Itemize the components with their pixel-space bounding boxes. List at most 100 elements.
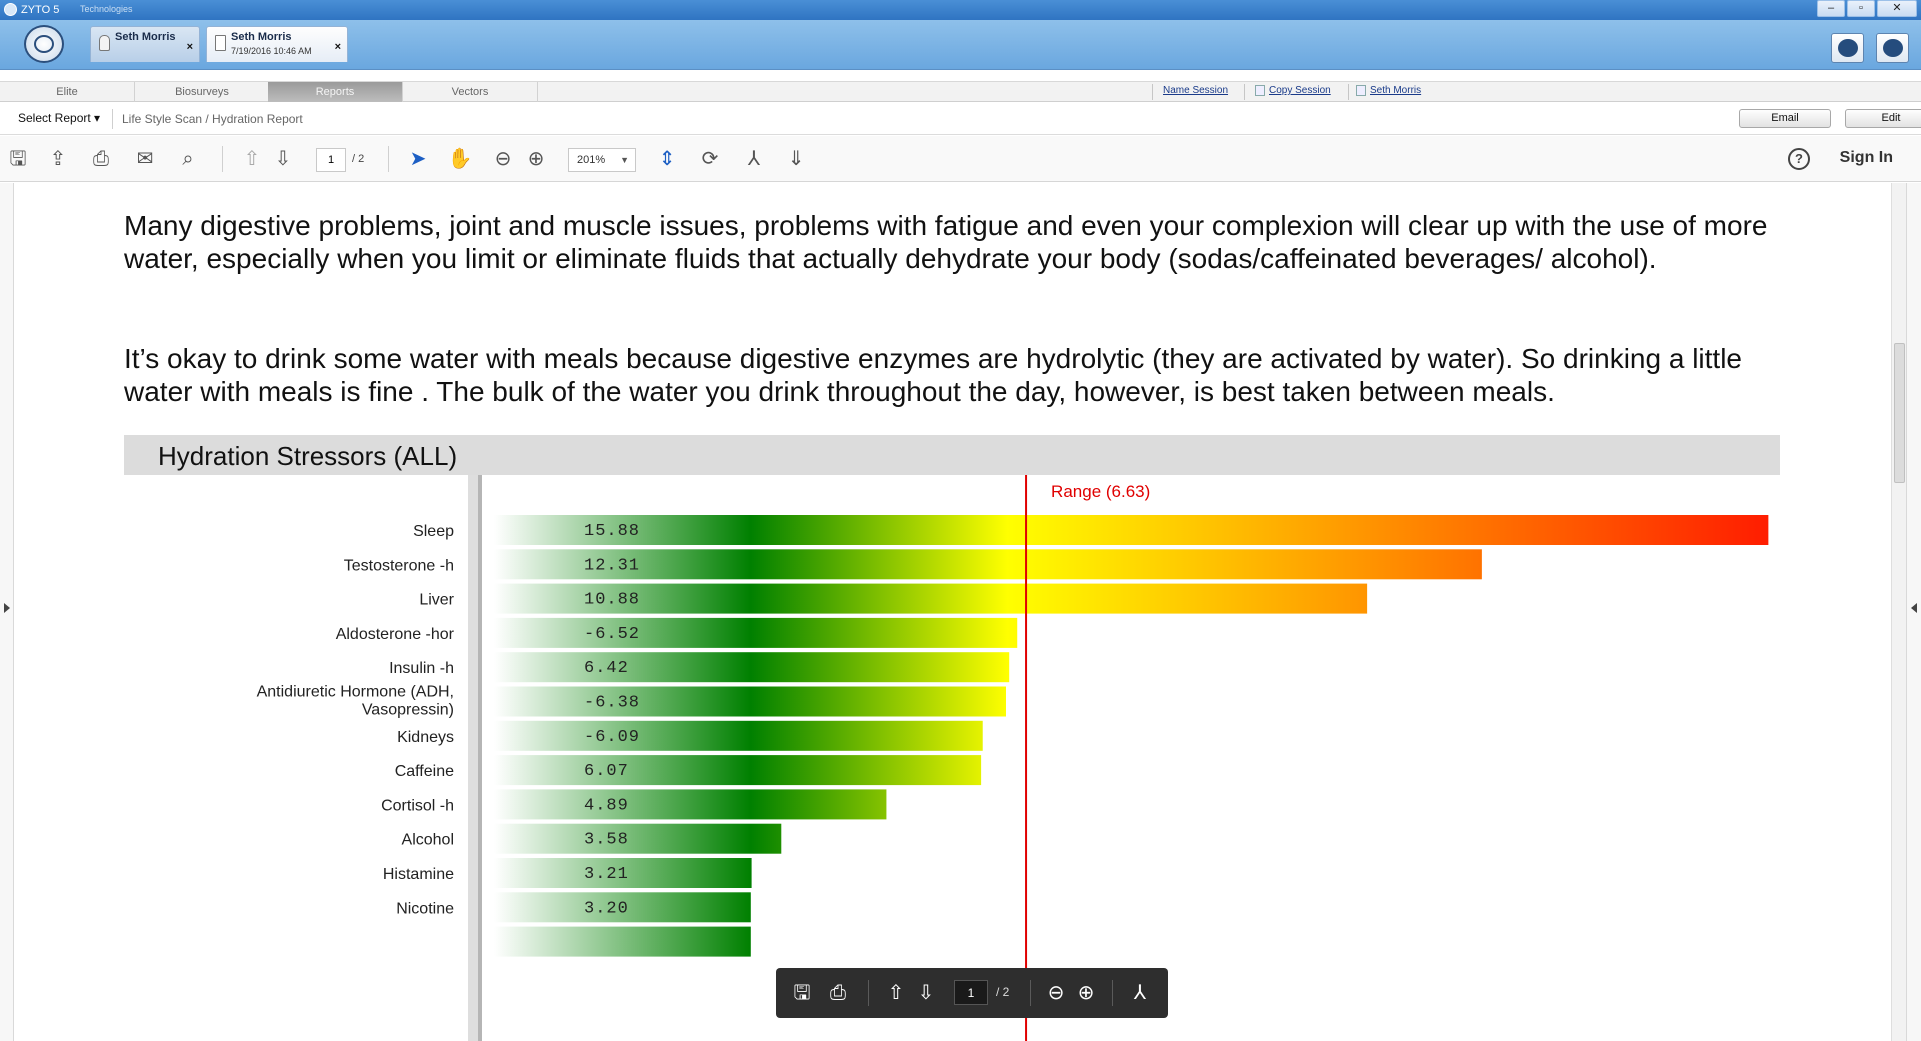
copy-session-label: Copy Session [1269,85,1331,96]
range-threshold-label: Range (6.63) [1051,482,1150,501]
upload-icon[interactable]: ⇪ [46,148,70,170]
acrobat-icon[interactable]: ⅄ [742,148,766,170]
fit-page-icon[interactable]: ⇕ [655,148,679,170]
zoom-select[interactable]: 201% ▼ [568,148,636,172]
next-page-icon[interactable]: ⇩ [914,981,938,1005]
expand-left-icon [4,603,10,613]
tab-reports[interactable]: Reports [268,82,403,102]
tab-biosurveys[interactable]: Biosurveys [135,82,270,102]
help-icon[interactable]: ? [1788,148,1810,170]
close-window-button[interactable]: ✕ [1877,0,1917,17]
email-button[interactable]: Email [1739,109,1831,128]
breadcrumb: Life Style Scan / Hydration Report [122,112,303,126]
session-tab-client[interactable]: Seth Morris × [90,26,200,62]
document-plus-icon [215,35,226,51]
download-icon[interactable]: ⇓ [784,148,808,170]
client-link[interactable]: Seth Morris [1356,85,1421,96]
chart-category-label: Insulin -h [389,660,454,677]
edit-button[interactable]: Edit [1845,109,1921,128]
previous-page-icon[interactable]: ⇧ [240,148,264,170]
floating-page-total: / 2 [996,985,1010,999]
app-subtitle: Technologies [80,4,133,14]
save-icon[interactable]: 🖫 [790,981,814,1005]
chart-bar [494,549,1482,580]
chart-bar [494,515,1769,545]
chart-bar [494,617,1018,648]
chart-value-label: 12.31 [584,556,640,575]
chart-value-label: -6.52 [584,625,640,644]
page-total: / 2 [352,153,365,165]
zoom-in-icon[interactable]: ⊕ [524,148,548,170]
session-tab-name: Seth Morris [231,31,292,43]
select-report-dropdown[interactable]: Select Report ▾ [18,111,100,125]
name-session-label: Name Session [1163,85,1229,96]
chart-category-label: Histamine [383,866,454,883]
chart-value-label: 6.42 [584,659,629,678]
nav-divider [1152,84,1153,100]
scrollbar-thumb[interactable] [1894,343,1905,483]
acrobat-icon[interactable]: ⅄ [1128,981,1152,1005]
document-viewport[interactable]: Many digestive problems, joint and muscl… [0,183,1921,1041]
pdf-toolbar: 🖫 ⇪ ⎙ ✉ ⌕ ⇧ ⇩ 1 / 2 ➤ ✋ ⊖ ⊕ 201% ▼ ⇕ ⟳ ⅄ … [0,136,1921,182]
sign-in-link[interactable]: Sign In [1840,149,1893,167]
search-icon[interactable]: ⌕ [176,148,200,170]
chart-bar [494,686,1006,717]
previous-page-icon[interactable]: ⇧ [884,981,908,1005]
minimize-button[interactable]: – [1817,0,1845,17]
select-cursor-icon[interactable]: ➤ [406,148,430,170]
print-icon[interactable]: ⎙ [89,148,113,170]
back-button[interactable] [1876,33,1909,63]
chart-axis-line [478,475,482,1041]
window-controls: – ▫ ✕ [1817,0,1917,17]
chart-category-label: Caffeine [395,763,454,780]
expand-right-icon [1911,603,1917,613]
page-number-input[interactable]: 1 [316,148,346,172]
chart-value-label: 3.58 [584,831,629,850]
nav-divider [1244,84,1245,100]
zoom-in-icon[interactable]: ⊕ [1074,981,1098,1005]
home-logo-button[interactable] [24,25,64,63]
zyto-logo-icon [34,35,54,53]
client-label: Seth Morris [1370,85,1422,96]
chart-category-label: Antidiuretic Hormone (ADH, [257,684,454,701]
zoom-out-icon[interactable]: ⊖ [1044,981,1068,1005]
toolbar-divider [388,146,389,172]
next-page-icon[interactable]: ⇩ [271,148,295,170]
copy-session-link[interactable]: Copy Session [1255,85,1331,96]
save-icon[interactable]: 🖫 [6,148,30,170]
toolbar-divider [222,146,223,172]
session-tab-close-button[interactable]: × [335,41,341,53]
chart-category-label: Sleep [413,523,454,540]
name-session-link[interactable]: Name Session [1163,85,1228,96]
floating-page-input[interactable]: 1 [954,980,988,1005]
rotate-page-icon[interactable]: ⟳ [698,148,722,170]
print-icon[interactable]: ⎙ [826,981,850,1005]
chart-value-label: -6.38 [584,694,640,713]
vertical-scrollbar[interactable] [1891,183,1906,1041]
chart-value-label: 10.88 [584,591,640,610]
chart-category-label: Aldosterone -hor [336,626,455,643]
hand-logo-button[interactable] [1831,33,1864,63]
email-icon[interactable]: ✉ [133,148,157,170]
session-tab-close-button[interactable]: × [187,41,193,53]
lock-icon [99,35,110,51]
right-panel-toggle[interactable] [1906,183,1921,1041]
chart-bar [494,755,982,786]
hand-logo-icon [1838,39,1858,57]
maximize-button[interactable]: ▫ [1847,0,1875,17]
app-title: ZYTO 5 [4,3,59,16]
session-tab-scan[interactable]: Seth Morris 7/19/2016 10:46 AM × [206,26,348,62]
hand-tool-icon[interactable]: ✋ [448,148,473,170]
chart-value-label: -6.09 [584,728,640,747]
floating-divider [1112,980,1113,1006]
zoom-out-icon[interactable]: ⊖ [491,148,515,170]
left-panel-toggle[interactable] [0,183,14,1041]
report-breadcrumb-row: Select Report ▾ Life Style Scan / Hydrat… [0,103,1921,135]
session-tab-date: 7/19/2016 10:46 AM [231,46,312,56]
chart-bar-cropped [494,926,751,957]
window-title-bar: ZYTO 5 Technologies – ▫ ✕ [0,0,1921,20]
hydration-stressors-chart: Sleep Testosterone -h Liver Aldosterone -ho… [257,475,1769,1041]
chart-category-labels: Sleep Testosterone -h Liver Aldosterone -ho… [257,523,455,917]
tab-vectors[interactable]: Vectors [403,82,538,102]
tab-elite[interactable]: Elite [0,82,135,102]
